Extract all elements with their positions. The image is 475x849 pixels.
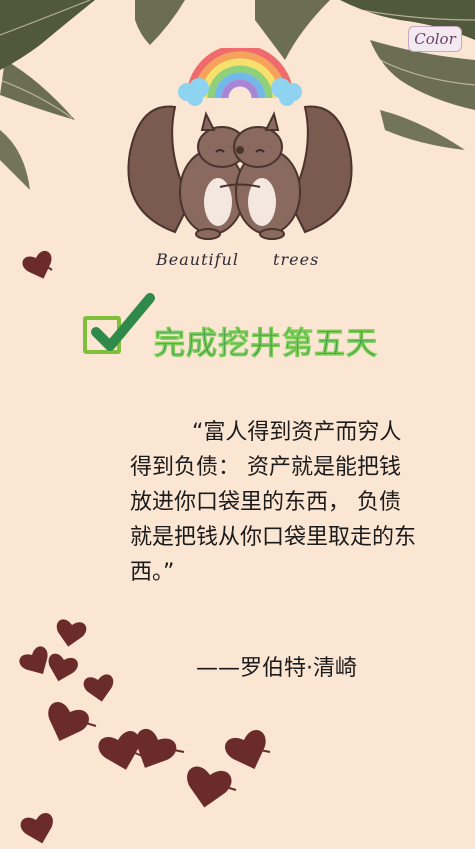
- heart-petal-icon: [17, 249, 275, 848]
- poster: Beautiful trees Color 完成挖井第五天 “富人得到资产而穷人…: [0, 0, 475, 849]
